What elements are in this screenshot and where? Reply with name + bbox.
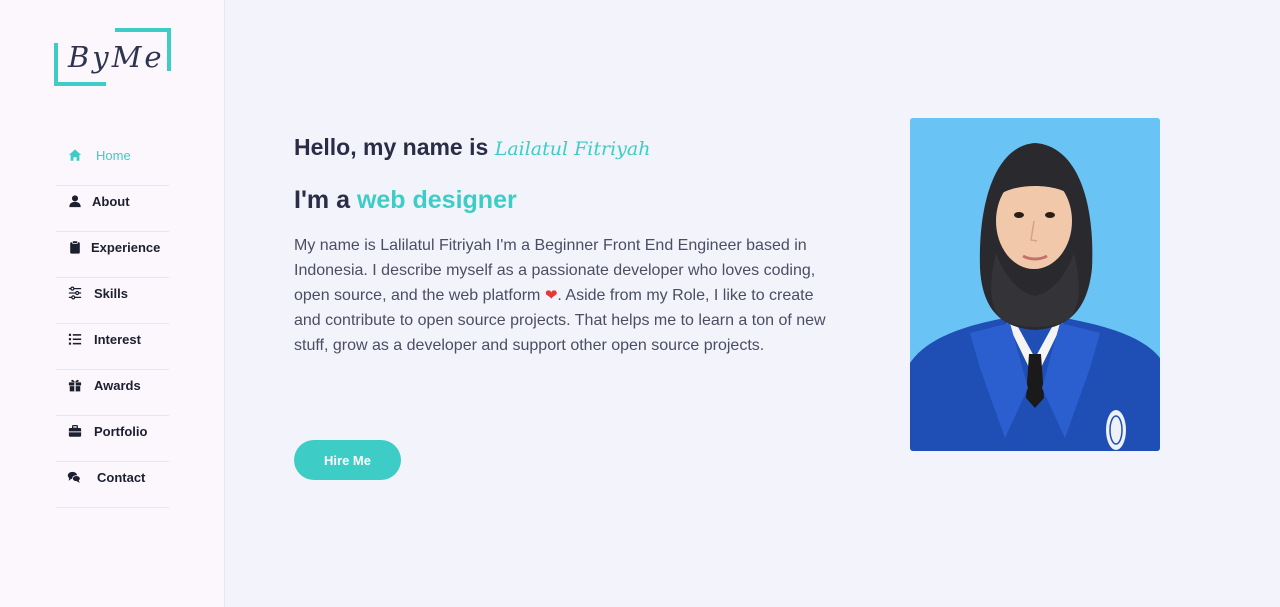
role-prefix: I'm a xyxy=(294,186,350,214)
profile-photo-illustration xyxy=(910,118,1160,451)
nav-item-contact[interactable]: Contact xyxy=(56,462,169,508)
greeting-heading: Hello, my name is Lailatul Fitriyah xyxy=(294,134,650,161)
home-icon xyxy=(68,148,84,164)
nav-item-experience[interactable]: Experience xyxy=(56,232,169,278)
heart-icon: ❤ xyxy=(544,287,558,304)
user-icon xyxy=(68,194,84,210)
gift-icon xyxy=(68,378,84,394)
sliders-icon xyxy=(68,286,84,302)
nav-item-about[interactable]: About xyxy=(56,186,169,232)
list-icon xyxy=(68,332,84,348)
nav-item-interest[interactable]: Interest xyxy=(56,324,169,370)
comments-icon xyxy=(67,470,83,486)
greeting-prefix: Hello, my name is xyxy=(294,134,489,160)
nav-item-label: Home xyxy=(96,148,131,163)
nav-item-label: Experience xyxy=(91,240,161,255)
profile-photo xyxy=(910,118,1160,451)
logo-text: ByMe xyxy=(68,40,165,74)
nav-item-label: Skills xyxy=(94,286,128,301)
owner-name: Lailatul Fitriyah xyxy=(494,138,651,160)
nav-item-label: Interest xyxy=(94,332,141,347)
nav-item-label: About xyxy=(92,194,130,209)
nav-item-skills[interactable]: Skills xyxy=(56,278,169,324)
hire-me-button[interactable]: Hire Me xyxy=(294,440,401,480)
nav-item-portfolio[interactable]: Portfolio xyxy=(56,416,169,462)
nav-item-awards[interactable]: Awards xyxy=(56,370,169,416)
clipboard-icon xyxy=(68,240,84,256)
role-heading: I'm a web designer xyxy=(294,186,517,215)
sidebar: ByMe Home About Experience Skills Intere… xyxy=(0,0,225,607)
nav-item-label: Portfolio xyxy=(94,424,148,439)
logo[interactable]: ByMe xyxy=(54,28,171,86)
main-content: Hello, my name is Lailatul Fitriyah I'm … xyxy=(225,0,1280,607)
nav-item-label: Awards xyxy=(94,378,141,393)
nav-item-home[interactable]: Home xyxy=(56,140,169,186)
nav-item-label: Contact xyxy=(97,470,146,485)
sidebar-nav: Home About Experience Skills Interest Aw… xyxy=(56,140,169,508)
briefcase-icon xyxy=(68,424,84,440)
role-title: web designer xyxy=(356,186,517,214)
bio-paragraph: My name is Lalilatul Fitriyah I'm a Begi… xyxy=(294,233,834,358)
